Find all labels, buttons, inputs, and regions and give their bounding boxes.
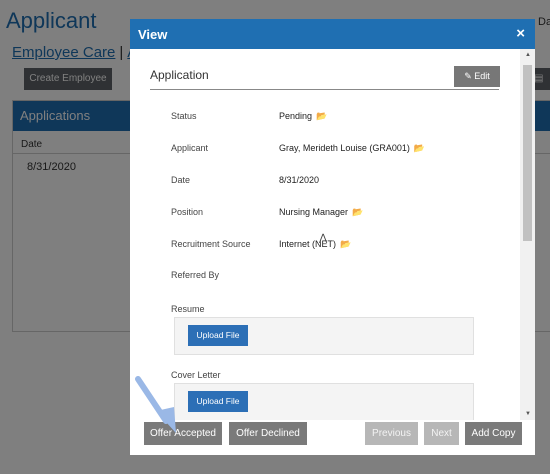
edit-button[interactable]: ✎ Edit xyxy=(454,66,500,87)
applicant-value: Gray, Merideth Louise (GRA001) xyxy=(279,143,410,153)
position-value: Nursing Manager xyxy=(279,207,349,217)
field-label-status: Status xyxy=(171,111,197,121)
next-button[interactable]: Next xyxy=(424,422,459,445)
resume-label: Resume xyxy=(171,304,205,314)
add-copy-button[interactable]: Add Copy xyxy=(465,422,522,445)
previous-button[interactable]: Previous xyxy=(365,422,418,445)
field-value-position: Nursing Manager 📂 xyxy=(279,207,363,218)
dialog-title: View xyxy=(138,27,168,42)
dialog-header: View × xyxy=(130,19,535,49)
section-divider xyxy=(150,89,499,90)
status-value: Pending xyxy=(279,111,313,121)
cover-letter-upload-button[interactable]: Upload File xyxy=(188,391,248,412)
annotation-arrow-icon xyxy=(135,376,176,433)
dialog-body: Application ✎ Edit Status Pending 📂 Appli… xyxy=(130,49,520,420)
field-value-recruitment-source: Internet (NET) 📂 xyxy=(279,239,351,250)
field-label-position: Position xyxy=(171,207,204,217)
recruitment-source-value: Internet (NET) xyxy=(279,239,337,249)
field-value-status: Pending 📂 xyxy=(279,111,327,122)
scroll-thumb[interactable] xyxy=(523,65,532,241)
resume-upload-area: Upload File xyxy=(174,317,474,355)
field-label-recruitment-source: Recruitment Source xyxy=(171,239,251,249)
view-dialog: View × Application ✎ Edit Status Pending… xyxy=(130,19,535,455)
field-label-referred-by: Referred By xyxy=(171,270,220,280)
field-label-date: Date xyxy=(171,175,191,185)
edit-icon: ✎ xyxy=(464,71,472,81)
text-cursor-icon: ⋀ xyxy=(319,233,328,244)
field-value-applicant: Gray, Merideth Louise (GRA001) 📂 xyxy=(279,143,425,154)
dialog-scrollbar[interactable]: ▲ ▼ xyxy=(520,49,535,420)
edit-button-label: Edit xyxy=(474,71,490,81)
folder-icon[interactable]: 📂 xyxy=(316,111,327,122)
section-title-application: Application xyxy=(150,68,209,82)
folder-icon[interactable]: 📂 xyxy=(340,239,351,250)
scroll-up-icon[interactable]: ▲ xyxy=(525,52,531,58)
close-icon[interactable]: × xyxy=(516,25,525,42)
resume-upload-button[interactable]: Upload File xyxy=(188,325,248,346)
field-label-applicant: Applicant xyxy=(171,143,209,153)
cover-letter-upload-area: Upload File xyxy=(174,383,474,420)
field-value-date: 8/31/2020 xyxy=(279,175,320,185)
scroll-down-icon[interactable]: ▼ xyxy=(525,411,531,417)
folder-icon[interactable]: 📂 xyxy=(414,143,425,154)
folder-icon[interactable]: 📂 xyxy=(352,207,363,218)
offer-declined-button[interactable]: Offer Declined xyxy=(229,422,307,445)
